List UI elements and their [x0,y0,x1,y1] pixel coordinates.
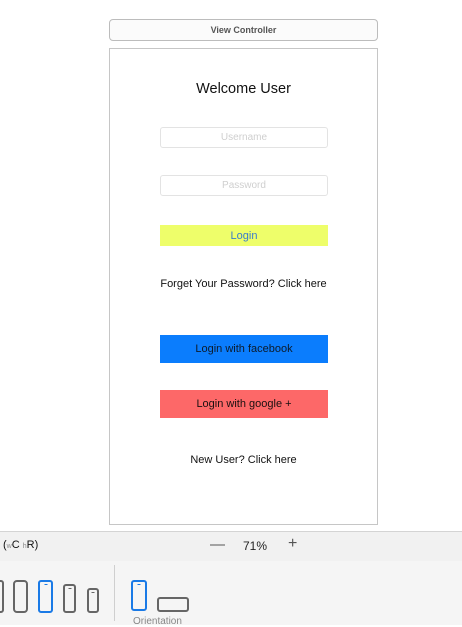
facebook-login-label: Login with facebook [195,343,293,355]
zoom-level: 71% [243,539,268,553]
portrait-icon[interactable] [131,580,147,611]
google-login-label: Login with google + [196,398,292,410]
scene-title-bar[interactable]: View Controller [109,19,378,41]
orientation-label: Orientation [133,616,182,627]
username-field[interactable] [160,127,328,148]
password-field[interactable] [160,175,328,196]
iphone-plus-icon[interactable] [13,580,28,613]
iphone-icon[interactable] [38,580,53,613]
scene-title: View Controller [210,25,277,35]
login-button[interactable]: Login [160,225,328,246]
zoom-out-button[interactable]: — [210,536,225,553]
google-login-button[interactable]: Login with google + [160,390,328,418]
landscape-icon[interactable] [157,597,189,612]
ipad-icon[interactable] [0,580,4,613]
size-class-indicator[interactable]: (wC hR) [3,539,38,551]
devicebar-divider [114,565,115,621]
iphone-4-icon[interactable] [87,588,99,613]
welcome-title: Welcome User [196,81,291,97]
new-user-link[interactable]: New User? Click here [110,454,377,466]
iphone-se-icon[interactable] [63,584,76,613]
facebook-login-button[interactable]: Login with facebook [160,335,328,363]
login-button-label: Login [230,229,258,242]
forgot-password-link[interactable]: Forget Your Password? Click here [110,278,377,290]
device-config-bar: Orientation [0,561,462,627]
canvas-status-bar: (wC hR) — 71% + [0,531,462,562]
zoom-in-button[interactable]: + [288,535,297,553]
phone-screen-canvas: Welcome User Login Forget Your Password?… [109,48,378,525]
